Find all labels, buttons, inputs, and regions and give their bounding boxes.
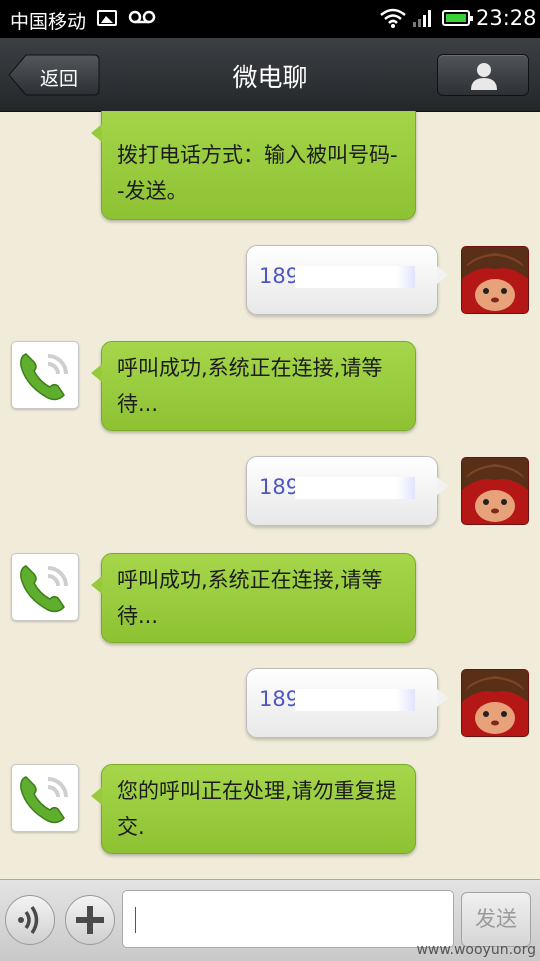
plus-button[interactable] [65,895,115,945]
message-text: 189 [259,264,300,288]
message-bubble-incoming[interactable]: 您的呼叫正在处理,请勿重复提交. [91,764,416,854]
voicemail-icon [128,10,156,24]
monchhichi-avatar[interactable] [461,457,529,525]
plus-icon [76,906,104,934]
message-bubble-incoming[interactable]: 拨打电话方式：输入被叫号码--发送。 [91,111,416,220]
message-input[interactable] [122,890,454,948]
image-icon [97,10,117,26]
monchhichi-avatar[interactable] [461,246,529,314]
voice-icon [18,906,39,934]
phone-avatar[interactable] [11,764,79,832]
message-bubble-outgoing[interactable]: 189 [246,456,448,526]
phone-icon [20,776,68,824]
status-bar: 中国移动 23:28 [0,0,540,38]
phone-icon [20,353,68,401]
battery-icon [442,10,473,26]
message-text: 呼叫成功,系统正在连接,请等待... [117,568,383,628]
chat-area[interactable]: 拨打电话方式：输入被叫号码--发送。 189 呼叫成功,系统正在连接,请等待..… [0,111,540,879]
message-bubble-outgoing[interactable]: 189 [246,245,448,315]
profile-button[interactable] [437,54,529,96]
phone-icon [20,565,68,613]
carrier-name: 中国移动 [10,11,87,33]
title-bar: 返回 微电聊 [0,38,540,112]
message-bubble-incoming[interactable]: 呼叫成功,系统正在连接,请等待... [91,553,416,643]
message-text: 您的呼叫正在处理,请勿重复提交. [117,779,397,839]
person-icon [471,63,497,90]
text-caret [135,907,136,933]
message-bubble-outgoing[interactable]: 189 [246,668,448,738]
voice-button[interactable] [5,895,55,945]
signal-icon [413,10,431,27]
message-bubble-incoming[interactable]: 呼叫成功,系统正在连接,请等待... [91,341,416,431]
redacted-number [295,477,416,499]
clock: 23:28 [476,6,537,30]
message-text: 189 [259,475,300,499]
monchhichi-avatar[interactable] [461,669,529,737]
monchhichi-avatar-image [462,247,528,313]
phone-avatar[interactable] [11,553,79,621]
redacted-number [295,266,416,288]
redacted-number [295,689,416,711]
wifi-icon [380,8,406,28]
monchhichi-avatar-image [462,670,528,736]
message-text: 呼叫成功,系统正在连接,请等待... [117,356,383,416]
watermark: www.wooyun.org [416,942,536,958]
monchhichi-avatar-image [462,458,528,524]
send-button[interactable]: 发送 [461,892,531,947]
message-text: 189 [259,687,300,711]
phone-avatar[interactable] [11,341,79,409]
message-text: 拨打电话方式：输入被叫号码--发送。 [117,143,398,203]
